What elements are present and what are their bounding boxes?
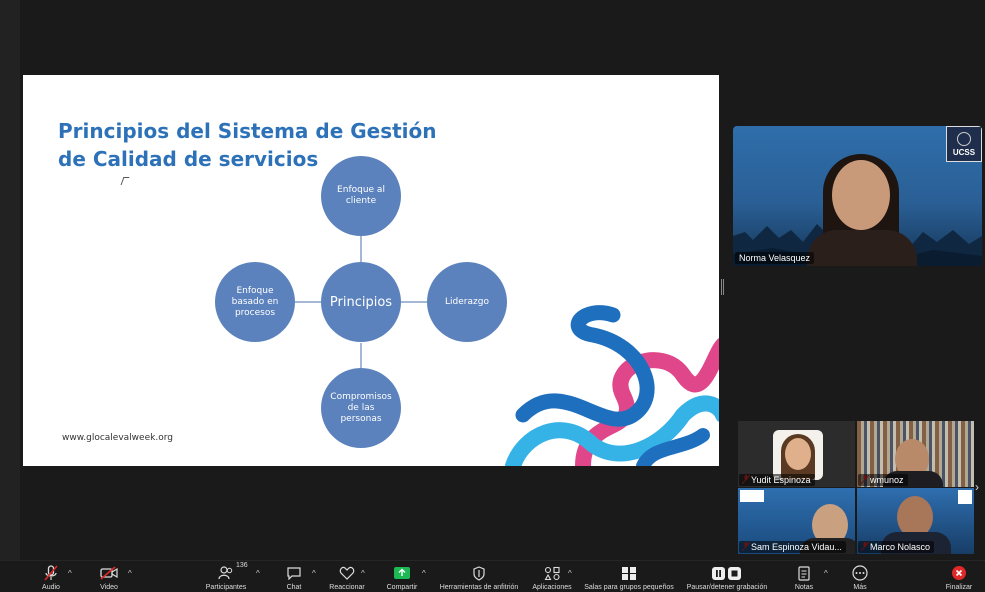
participant-tile[interactable]: Yudit Espinoza bbox=[738, 421, 855, 487]
close-icon bbox=[949, 565, 969, 581]
more-icon bbox=[850, 565, 870, 581]
share-arrow-icon bbox=[392, 565, 412, 581]
node-bottom-line3: personas bbox=[340, 413, 382, 424]
participants-count: 136 bbox=[236, 562, 248, 569]
logo-badge bbox=[740, 490, 764, 502]
node-top-line1: Enfoque al bbox=[337, 185, 385, 195]
grid-icon bbox=[619, 565, 639, 581]
speaker-face bbox=[832, 160, 890, 230]
speaker-body bbox=[807, 230, 917, 266]
notes-label: Notas bbox=[794, 584, 814, 591]
node-bottom-line1: Compromisos bbox=[330, 391, 392, 402]
node-top-line2: cliente bbox=[345, 196, 377, 206]
decorative-waves bbox=[505, 305, 719, 466]
breakout-rooms-button[interactable]: Salas para grupos pequeños bbox=[584, 565, 674, 591]
left-edge-bar bbox=[0, 0, 20, 560]
ucss-seal-icon bbox=[957, 132, 971, 146]
more-label: Más bbox=[853, 584, 867, 591]
share-label: Compartir bbox=[386, 584, 418, 591]
end-label: Finalizar bbox=[945, 584, 973, 591]
apps-label: Aplicaciones bbox=[532, 584, 572, 591]
participant-name: Yudit Espinoza bbox=[739, 474, 815, 486]
node-left-label: Enfoque basado en procesos bbox=[215, 262, 295, 342]
video-button[interactable]: Video bbox=[64, 565, 154, 591]
more-button[interactable]: Más bbox=[815, 565, 905, 591]
active-speaker-video[interactable]: UCSS Norma Velasquez bbox=[733, 126, 982, 266]
node-bottom-label: Compromisos de las personas bbox=[321, 368, 401, 448]
avatar bbox=[773, 430, 823, 480]
pause-stop-icon bbox=[711, 565, 743, 581]
participants-icon bbox=[216, 565, 236, 581]
video-off-icon bbox=[99, 565, 119, 581]
participant-name: wmunoz bbox=[858, 474, 908, 486]
video-label: Video bbox=[100, 584, 118, 591]
chat-label: Chat bbox=[286, 584, 302, 591]
slide-website: www.glocalevalweek.org bbox=[62, 433, 173, 443]
node-left-line2: basado en bbox=[231, 296, 279, 307]
chevron-right-icon[interactable]: › bbox=[975, 480, 979, 494]
participant-tile[interactable]: wmunoz bbox=[857, 421, 974, 487]
node-left-line1: Enfoque bbox=[236, 285, 274, 296]
node-bottom-line2: de las bbox=[347, 402, 375, 413]
node-left-line3: procesos bbox=[234, 307, 276, 318]
shared-slide: Principios del Sistema de Gestión de Cal… bbox=[23, 75, 719, 466]
end-meeting-button[interactable]: Finalizar bbox=[914, 565, 985, 591]
node-right-label: Liderazgo bbox=[445, 296, 489, 307]
participant-tile[interactable]: Marco Nolasco bbox=[857, 488, 974, 554]
shield-icon bbox=[469, 565, 489, 581]
meeting-toolbar: Audio ^ Video ^ Participantes 136 ^ Chat… bbox=[0, 560, 985, 592]
participants-label: Participantes bbox=[205, 584, 247, 591]
logo-badge bbox=[958, 490, 972, 504]
heart-icon bbox=[337, 565, 357, 581]
audio-label: Audio bbox=[42, 584, 60, 591]
participant-name: Sam Espinoza Vidau... bbox=[739, 541, 846, 553]
mic-off-icon bbox=[41, 565, 61, 581]
participant-tile[interactable]: Sam Espinoza Vidau... bbox=[738, 488, 855, 554]
record-label: Pausar/detener grabación bbox=[686, 584, 768, 591]
participant-name: Marco Nolasco bbox=[858, 541, 935, 553]
notes-icon bbox=[794, 565, 814, 581]
apps-icon bbox=[542, 565, 562, 581]
share-options-caret[interactable]: ^ bbox=[422, 569, 426, 578]
ucss-logo-text: UCSS bbox=[952, 148, 976, 157]
node-top-label: Enfoque al cliente bbox=[321, 156, 401, 236]
panel-resize-handle[interactable] bbox=[721, 279, 724, 295]
node-center-label: Principios bbox=[329, 294, 393, 310]
ucss-logo: UCSS bbox=[946, 126, 982, 162]
breakout-label: Salas para grupos pequeños bbox=[584, 584, 674, 591]
video-options-caret[interactable]: ^ bbox=[128, 569, 132, 578]
speaker-name-tag: Norma Velasquez bbox=[735, 252, 815, 264]
chat-icon bbox=[284, 565, 304, 581]
apps-options-caret[interactable]: ^ bbox=[568, 569, 572, 578]
